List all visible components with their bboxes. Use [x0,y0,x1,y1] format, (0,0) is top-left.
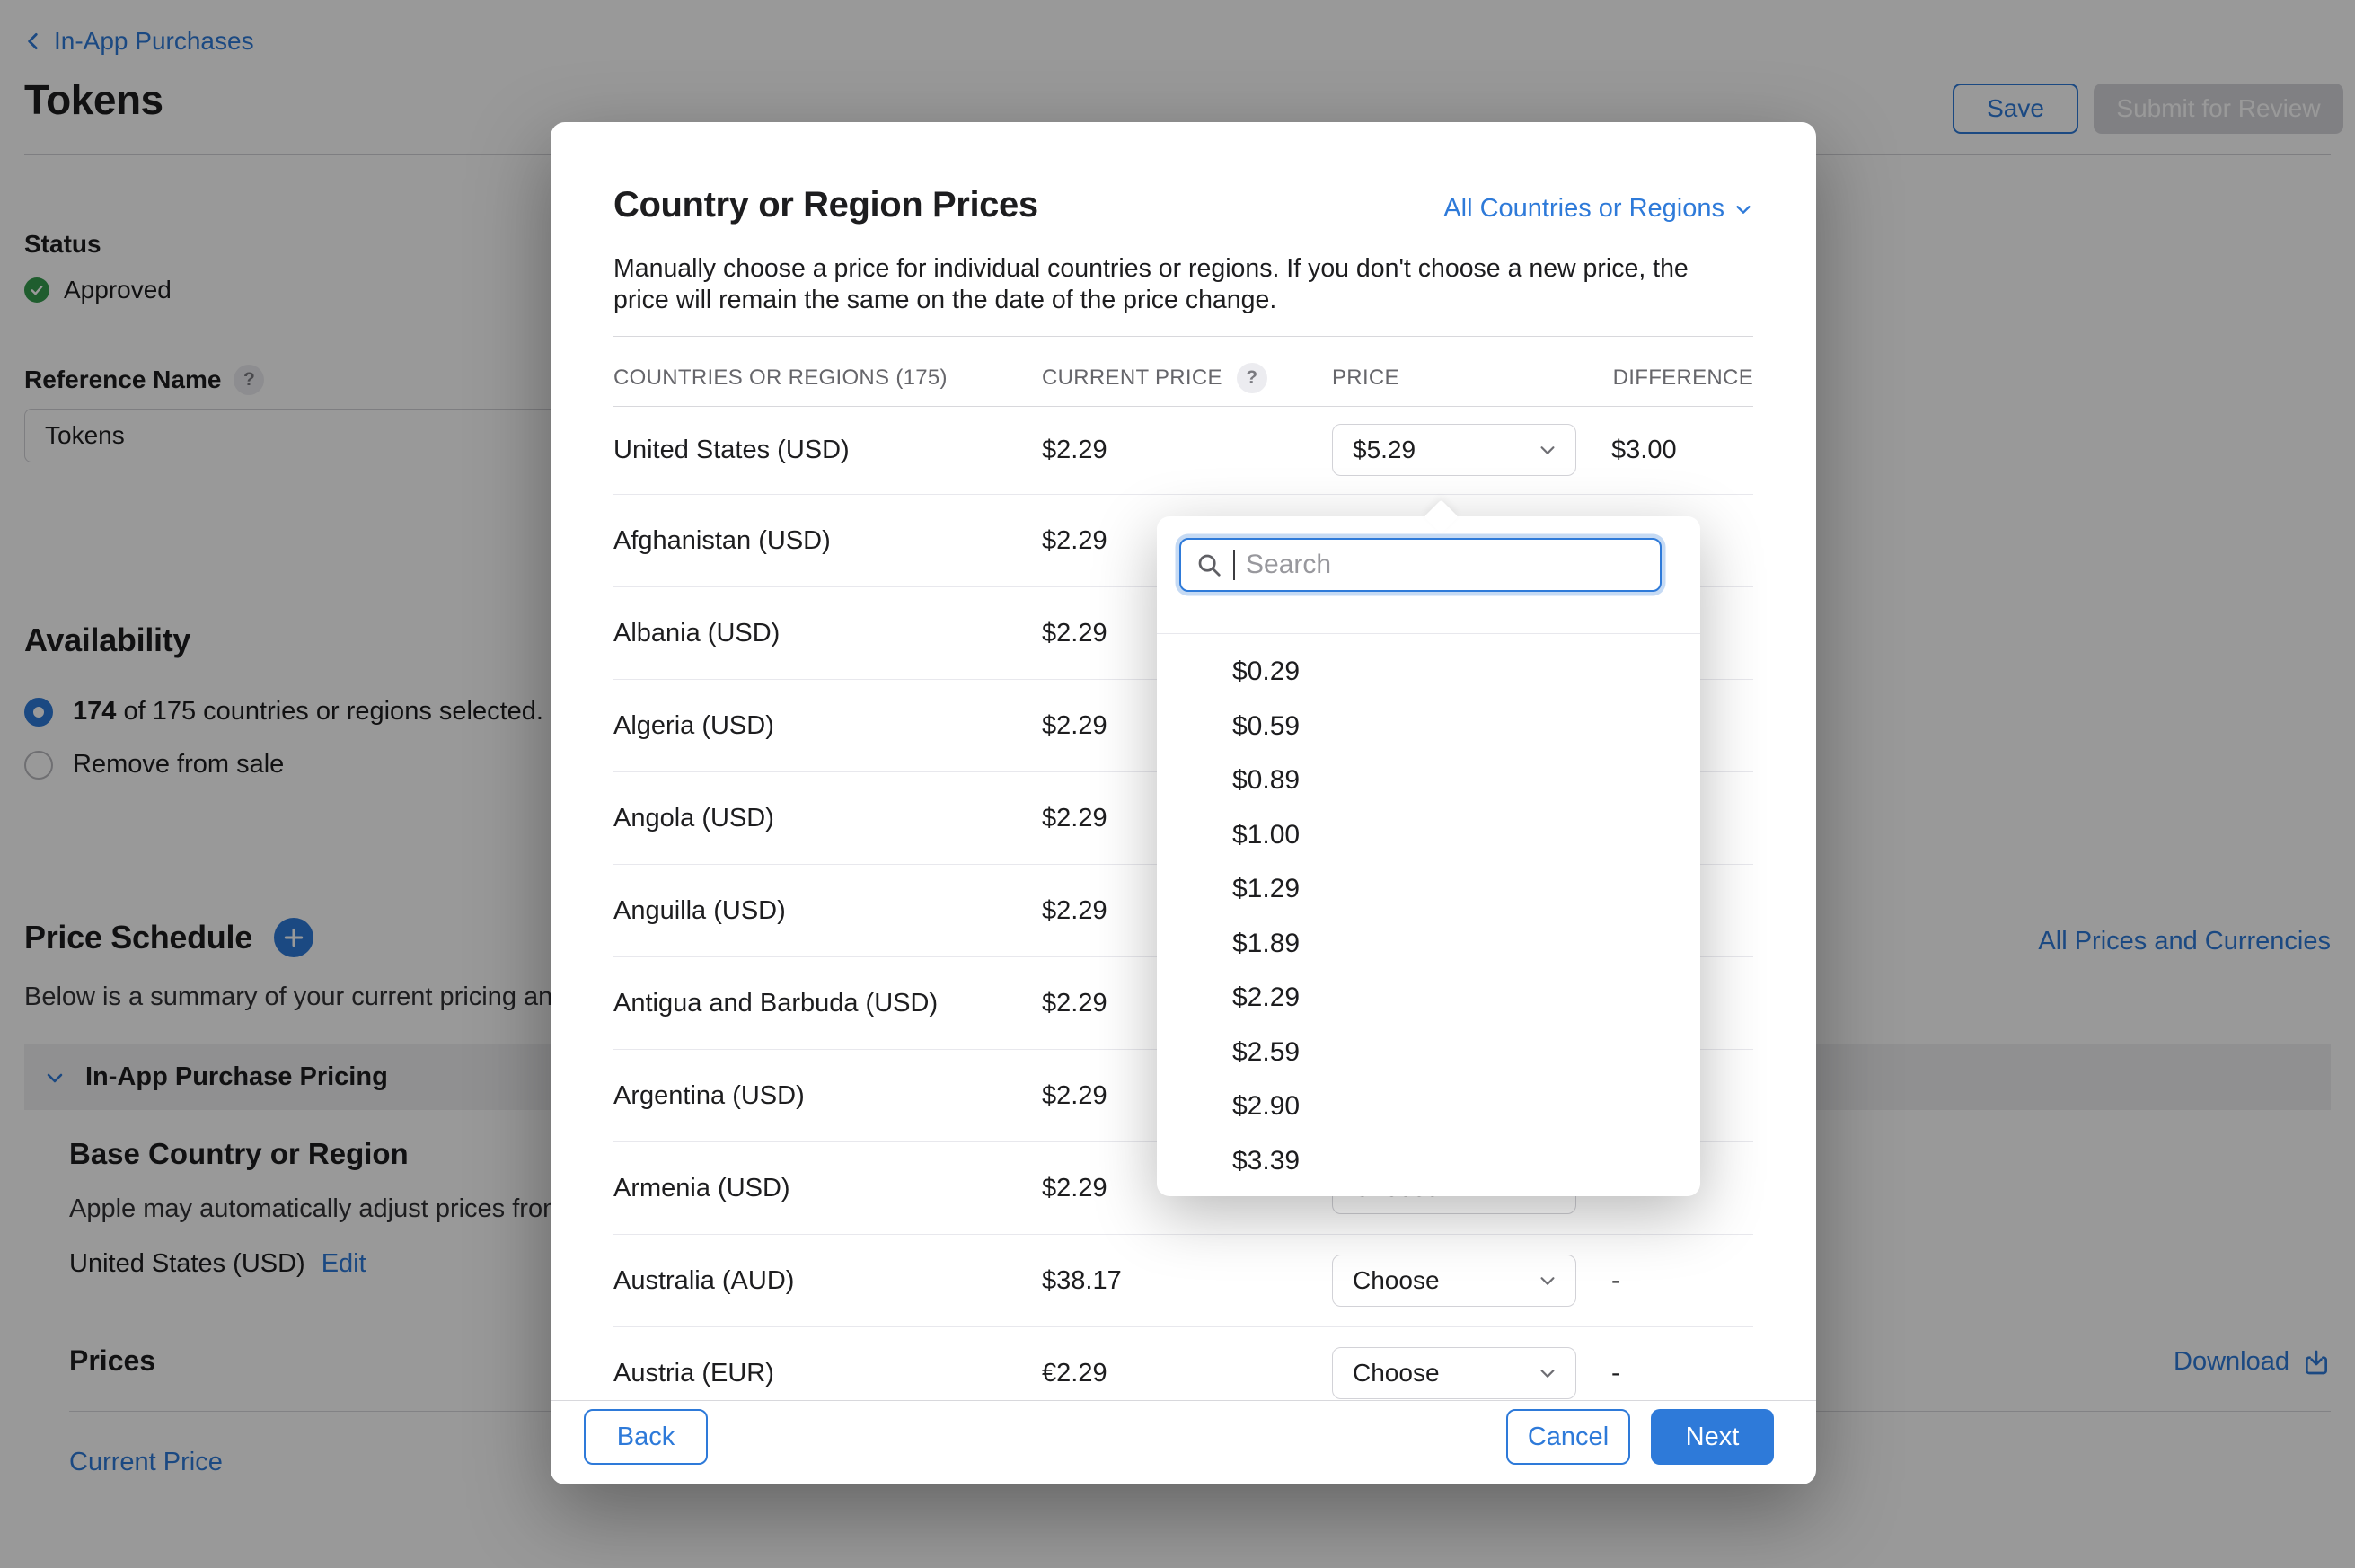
price-option[interactable]: $1.29 [1157,862,1700,917]
difference-cell: - [1611,1359,1753,1388]
price-dropdown[interactable]: Choose [1332,1347,1576,1399]
country-cell: Afghanistan (USD) [613,526,1042,556]
current-price-cell: $38.17 [1042,1266,1332,1296]
price-option[interactable]: $2.90 [1157,1079,1700,1134]
price-option[interactable]: $3.39 [1157,1134,1700,1189]
price-dropdown-open[interactable]: $5.29 [1332,424,1576,476]
price-option[interactable]: $1.89 [1157,917,1700,972]
price-select-popover: Search $0.29$0.59$0.89$1.00$1.29$1.89$2.… [1157,516,1700,1196]
table-row: United States (USD) $2.29 $5.29 $3.00 [613,406,1753,495]
col-price: PRICE [1332,366,1611,391]
modal-description: Manually choose a price for individual c… [613,253,1738,316]
price-cell: Choose [1332,1255,1611,1307]
help-icon[interactable]: ? [1237,363,1267,393]
table-row: Austria (EUR) €2.29 Choose - [613,1327,1753,1400]
difference-cell: $3.00 [1611,436,1753,465]
country-cell: Armenia (USD) [613,1174,1042,1203]
price-options-list: $0.29$0.59$0.89$1.00$1.29$1.89$2.29$2.59… [1157,645,1700,1188]
chevron-down-icon [1538,440,1557,460]
price-dropdown[interactable]: Choose [1332,1255,1576,1307]
country-cell: Austria (EUR) [613,1359,1042,1388]
price-option[interactable]: $0.89 [1157,753,1700,808]
col-countries: COUNTRIES OR REGIONS (175) [613,366,1042,391]
cancel-button[interactable]: Cancel [1506,1409,1630,1465]
app-store-connect-page: In-App Purchases Tokens Save Submit for … [0,0,2355,1568]
price-option[interactable]: $2.59 [1157,1026,1700,1080]
current-price-cell: €2.29 [1042,1359,1332,1388]
country-cell: Antigua and Barbuda (USD) [613,989,1042,1018]
text-cursor [1233,550,1235,580]
back-button[interactable]: Back [584,1409,708,1465]
current-price-cell: $2.29 [1042,436,1332,465]
scope-dropdown[interactable]: All Countries or Regions [1443,194,1753,224]
col-current-price: CURRENT PRICE ? [1042,363,1332,393]
country-cell: Algeria (USD) [613,711,1042,741]
table-row: Australia (AUD) $38.17 Choose - [613,1235,1753,1327]
chevron-down-icon [1538,1363,1557,1383]
country-cell: Australia (AUD) [613,1266,1042,1296]
country-cell: Anguilla (USD) [613,896,1042,926]
price-option[interactable]: $1.00 [1157,808,1700,863]
search-placeholder: Search [1246,550,1331,580]
price-option[interactable]: $0.29 [1157,645,1700,700]
country-cell: Angola (USD) [613,804,1042,833]
next-button[interactable]: Next [1651,1409,1774,1465]
price-cell: Choose [1332,1347,1611,1399]
price-cell: $5.29 [1332,424,1611,476]
col-difference: DIFFERENCE [1611,366,1753,391]
footer-divider [551,1400,1816,1401]
price-option[interactable]: $0.59 [1157,700,1700,754]
country-cell: Albania (USD) [613,619,1042,648]
search-icon [1195,551,1222,578]
country-cell: United States (USD) [613,436,1042,465]
difference-cell: - [1611,1266,1753,1296]
price-search-input[interactable]: Search [1179,538,1662,592]
divider [613,336,1753,337]
chevron-down-icon [1538,1271,1557,1291]
modal-title: Country or Region Prices [613,185,1038,225]
price-option[interactable]: $2.29 [1157,971,1700,1026]
chevron-down-icon [1733,199,1753,219]
table-header: COUNTRIES OR REGIONS (175) CURRENT PRICE… [613,350,1753,406]
country-cell: Argentina (USD) [613,1081,1042,1111]
divider [1157,633,1700,634]
